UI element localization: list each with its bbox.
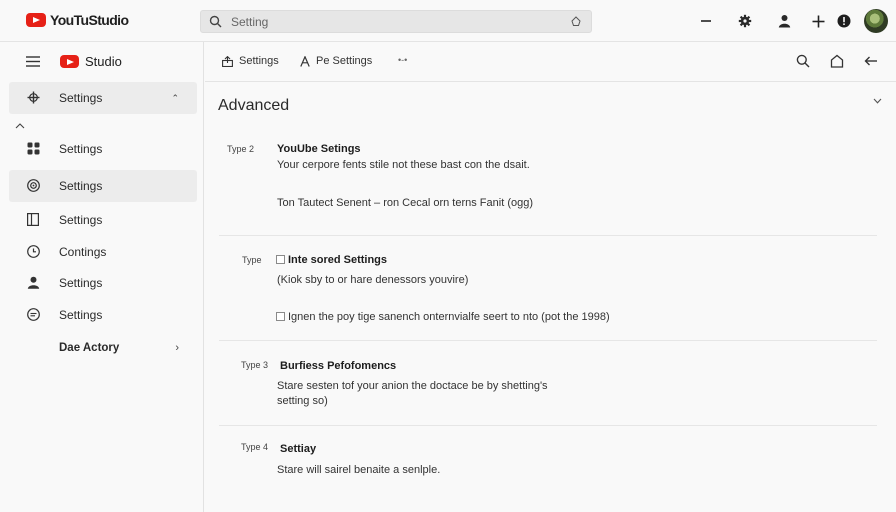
sidebar-item-dae-actory[interactable]: Dae Actory › — [9, 332, 197, 364]
avatar[interactable] — [864, 9, 888, 33]
youtube-logo-icon — [26, 13, 46, 27]
upload-icon — [222, 55, 233, 67]
section-divider — [219, 425, 877, 426]
search-bar[interactable] — [200, 10, 592, 33]
chevron-right-icon: › — [175, 342, 179, 354]
settings-gear-icon — [27, 91, 40, 104]
collapse-caret-icon[interactable] — [15, 122, 25, 129]
section-title: Burfiess Pefofomencs — [280, 360, 397, 372]
toolbar-actions — [796, 54, 878, 68]
sidebar-item-settings-5[interactable]: Settings — [9, 267, 197, 299]
studio-brand-label: Studio — [85, 54, 122, 69]
option-label: Ignen the poy tige sanench onternvialfe … — [288, 311, 610, 323]
sidebar: Studio Settings ⌃ Settings Settings Sett… — [0, 42, 204, 512]
book-icon — [27, 213, 39, 226]
search-icon — [209, 15, 222, 28]
top-actions — [694, 8, 888, 34]
sidebar-item-settings-3[interactable]: Settings — [9, 170, 197, 202]
sidebar-item-label: Settings — [59, 142, 103, 156]
section-type-label: Type 3 — [241, 360, 269, 370]
section-type-label: Type — [242, 255, 262, 265]
tab-pe-settings[interactable]: Pe Settings — [300, 55, 372, 67]
checkbox[interactable] — [276, 255, 285, 264]
sidebar-item-label: Settings — [59, 91, 103, 105]
section-description: Your cerpore fents stile not these bast … — [277, 159, 530, 171]
minimize-icon[interactable] — [694, 8, 718, 34]
more-label: •-• — [398, 55, 408, 65]
page-title: Advanced — [218, 97, 290, 114]
search-icon[interactable] — [796, 54, 810, 68]
checkbox[interactable] — [276, 312, 285, 321]
sidebar-item-label: Settings — [59, 179, 103, 193]
chevron-down-icon[interactable] — [873, 98, 882, 104]
sidebar-item-settings[interactable]: Settings ⌃ — [9, 82, 197, 114]
top-bar: YouTuStudio — [0, 0, 896, 42]
more-tabs-button[interactable]: •-• — [398, 55, 407, 65]
sidebar-item-label: Contings — [59, 245, 107, 259]
settings-toolbar: Settings Pe Settings •-• — [205, 42, 896, 82]
sidebar-item-label: Settings — [59, 308, 103, 322]
home-icon[interactable] — [830, 54, 844, 68]
section-title-with-checkbox[interactable]: Inte sored Settings — [276, 254, 387, 266]
search-options-icon[interactable] — [571, 16, 581, 27]
section-type-label: Type 4 — [241, 442, 269, 452]
sidebar-item-label: Settings — [59, 213, 103, 227]
sidebar-item-settings-4[interactable]: Settings — [9, 204, 197, 236]
section-option-with-checkbox[interactable]: Ignen the poy tige sanench onternvialfe … — [276, 310, 610, 325]
section-description: setting so) — [277, 395, 328, 407]
target-icon — [27, 179, 40, 192]
studio-brand[interactable]: Studio — [60, 54, 122, 69]
sidebar-item-label: Settings — [59, 276, 103, 290]
section-description: Stare sesten tof your anion the doctace … — [277, 380, 548, 392]
youtube-studio-logo[interactable]: YouTuStudio — [26, 12, 129, 28]
font-icon — [300, 55, 310, 67]
account-icon[interactable] — [772, 8, 796, 34]
section-type-label: Type 2 — [227, 144, 255, 154]
feedback-icon — [27, 308, 40, 321]
sidebar-item-label: Dae Actory — [59, 342, 120, 354]
section-divider — [219, 235, 877, 236]
back-arrow-icon[interactable] — [864, 54, 878, 68]
create-plus-icon[interactable] — [806, 8, 830, 34]
section-description: (Kiok sby to or hare denessors youvire) — [277, 274, 469, 286]
section-description: Ton Tautect Senent – ron Cecal orn terns… — [277, 197, 533, 209]
section-description: Stare will sairel benaite a senlple. — [277, 464, 441, 476]
section-title: YouUbe Setings — [277, 143, 361, 155]
main-content: Settings Pe Settings •-• Advanced Type 2… — [205, 42, 896, 512]
section-title-text: Inte sored Settings — [288, 254, 388, 266]
tab-label: Settings — [239, 55, 279, 67]
grid-icon — [27, 142, 40, 155]
youtube-logo-icon — [60, 55, 79, 68]
info-icon[interactable] — [832, 8, 856, 34]
clock-icon — [27, 245, 40, 258]
section-divider — [219, 340, 877, 341]
tab-settings[interactable]: Settings — [222, 55, 279, 67]
settings-gear-icon[interactable] — [733, 8, 757, 34]
hamburger-menu-icon[interactable] — [26, 56, 40, 67]
search-input[interactable] — [231, 13, 551, 30]
chevron-up-icon: ⌃ — [171, 92, 179, 103]
person-icon — [27, 276, 40, 289]
sidebar-item-contings[interactable]: Contings — [9, 236, 197, 268]
tab-label: Pe Settings — [316, 55, 373, 67]
section-title: Settiay — [280, 443, 317, 455]
sidebar-item-settings-2[interactable]: Settings — [9, 133, 197, 165]
sidebar-item-settings-6[interactable]: Settings — [9, 299, 197, 331]
sidebar-header: Studio — [0, 42, 204, 82]
logo-text: YouTuStudio — [50, 12, 129, 28]
